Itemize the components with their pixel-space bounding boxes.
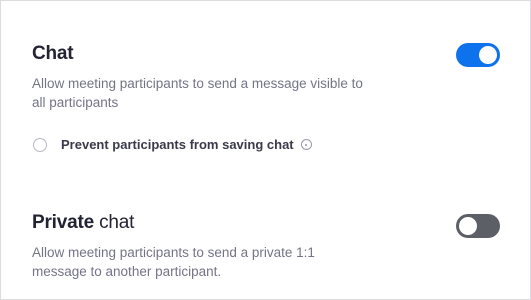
prevent-saving-chat-option[interactable]: Prevent participants from saving chat [33, 137, 312, 152]
chat-description-line1: Allow meeting participants to send a mes… [32, 76, 363, 91]
toggle-knob [479, 46, 497, 64]
private-chat-description-line2: message to another participant. [32, 264, 222, 279]
private-chat-title-rest: chat [93, 212, 135, 233]
chat-title: Chat [32, 43, 74, 64]
info-icon[interactable] [300, 139, 312, 150]
prevent-saving-chat-radio[interactable] [33, 137, 47, 152]
settings-panel: Chat Allow meeting participants to send … [0, 0, 531, 300]
private-chat-title-bold: Private [32, 212, 94, 233]
prevent-saving-chat-label: Prevent participants from saving chat [61, 137, 294, 152]
chat-toggle[interactable] [456, 43, 500, 67]
chat-description-line2: all participants [32, 95, 119, 110]
private-chat-title: Private chat [32, 212, 315, 234]
chat-description: Allow meeting participants to send a mes… [32, 74, 363, 112]
chat-setting: Chat Allow meeting participants to send … [32, 43, 363, 112]
private-chat-description-line1: Allow meeting participants to send a pri… [32, 245, 315, 260]
private-chat-description: Allow meeting participants to send a pri… [32, 243, 315, 281]
private-chat-setting: Private chat Allow meeting participants … [32, 212, 315, 281]
toggle-knob [459, 217, 477, 235]
private-chat-toggle[interactable] [456, 214, 500, 238]
